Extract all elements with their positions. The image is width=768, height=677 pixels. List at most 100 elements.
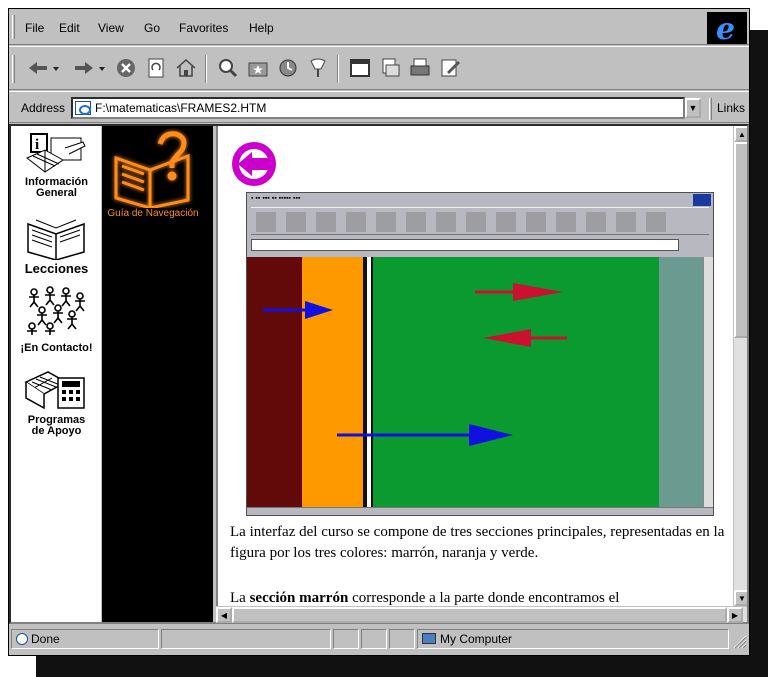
- inner-address-bar: [251, 239, 679, 251]
- status-pane: [161, 629, 331, 649]
- inner-ie-logo: [693, 194, 711, 206]
- toolbar-separator: [337, 55, 339, 83]
- address-input[interactable]: F:\matematicas\FRAMES2.HTM: [71, 97, 685, 119]
- people-icon: [26, 286, 85, 335]
- chevron-left-icon: ◀: [220, 610, 228, 620]
- nav-item-lecciones[interactable]: Lecciones: [11, 216, 102, 276]
- inner-sections: [247, 257, 713, 507]
- channels-button[interactable]: [305, 55, 331, 81]
- highlight-brown-section: sección marrón: [249, 590, 349, 606]
- back-arrow-icon[interactable]: [228, 140, 280, 188]
- home-icon: [176, 58, 196, 77]
- forward-arrow-icon: [75, 62, 105, 74]
- menu-favorites[interactable]: Favorites: [179, 21, 228, 35]
- arrow-right-icon: [469, 424, 513, 446]
- scroll-up-button[interactable]: ▲: [734, 126, 747, 142]
- history-button[interactable]: [275, 55, 301, 81]
- printer-icon: [410, 58, 430, 76]
- nav-frame: i Información General Lecciones ¡En Cont…: [11, 126, 102, 622]
- status-pane: [389, 629, 415, 649]
- scroll-left-button[interactable]: ◀: [216, 607, 232, 623]
- nav-item-en-contacto[interactable]: ¡En Contacto!: [11, 286, 102, 354]
- nav-item-informacion-general[interactable]: i Información General: [11, 132, 102, 199]
- fullscreen-button[interactable]: [347, 55, 373, 81]
- home-button[interactable]: [173, 55, 199, 81]
- mail-icon: [382, 58, 400, 77]
- refresh-button[interactable]: [143, 55, 169, 81]
- guide-frame: Guía de Navegación: [102, 126, 216, 622]
- interface-diagram-screenshot: ▪ ▪▪ ▪▪▪ ▪▪ ▪▪▪▪▪ ▪▪▪: [246, 192, 714, 516]
- links-separator: [709, 98, 712, 120]
- address-url[interactable]: F:\matematicas\FRAMES2.HTM: [95, 101, 266, 115]
- nav-label: Lecciones: [24, 261, 89, 276]
- window-shadow-right: [750, 30, 768, 677]
- toolbar: [9, 46, 749, 90]
- links-button[interactable]: Links: [717, 101, 745, 115]
- toolbar-grip[interactable]: [12, 55, 15, 83]
- menu-edit[interactable]: Edit: [59, 21, 80, 35]
- calculator-icon: [23, 371, 85, 410]
- channels-icon: [310, 58, 326, 77]
- back-arrow-icon: [29, 62, 59, 74]
- forward-button[interactable]: [69, 55, 109, 81]
- address-dropdown-button[interactable]: ▼: [685, 98, 701, 118]
- chevron-up-icon: ▲: [738, 129, 746, 139]
- search-button[interactable]: [215, 55, 241, 81]
- main-frame: ▪ ▪▪ ▪▪▪ ▪▪ ▪▪▪▪▪ ▪▪▪ La interfaz del cu…: [216, 126, 747, 622]
- direction-arrows: [263, 283, 567, 446]
- stop-button[interactable]: [113, 55, 139, 81]
- search-icon: [219, 59, 238, 78]
- address-bar: Address F:\matematicas\FRAMES2.HTM ▼ Lin…: [9, 91, 749, 123]
- window-shadow-bottom: [36, 656, 768, 677]
- refresh-icon: [148, 58, 164, 78]
- menu-go[interactable]: Go: [144, 21, 160, 35]
- edit-icon: [441, 59, 460, 77]
- chevron-down-icon: ▼: [738, 593, 746, 603]
- page-done-icon: [16, 633, 28, 645]
- security-zone: My Computer: [440, 632, 513, 646]
- vertical-scrollbar[interactable]: ▲ ▼: [733, 126, 747, 606]
- favorites-button[interactable]: [245, 55, 271, 81]
- inner-browser-chrome: ▪ ▪▪ ▪▪▪ ▪▪ ▪▪▪▪▪ ▪▪▪: [247, 193, 713, 257]
- content-area: i Información General Lecciones ¡En Cont…: [9, 124, 749, 624]
- stop-icon: [117, 59, 135, 77]
- status-text-pane: Done: [11, 629, 159, 649]
- status-bar: Done My Computer: [9, 625, 749, 653]
- scroll-thumb[interactable]: [734, 142, 747, 338]
- chevron-down-icon: ▼: [688, 103, 698, 113]
- horizontal-scroll-thumb[interactable]: [232, 607, 727, 623]
- inner-menu-bar: ▪ ▪▪ ▪▪▪ ▪▪ ▪▪▪▪▪ ▪▪▪: [251, 195, 301, 202]
- menu-help[interactable]: Help: [249, 21, 274, 35]
- information-icon: i: [25, 133, 86, 173]
- guide-button[interactable]: Guía de Navegación: [102, 126, 204, 226]
- mail-button[interactable]: [377, 55, 403, 81]
- menu-file[interactable]: File: [25, 21, 44, 35]
- scroll-down-button[interactable]: ▼: [734, 590, 747, 606]
- menu-view[interactable]: View: [98, 21, 124, 35]
- edit-button[interactable]: [437, 55, 463, 81]
- ie-logo: e: [707, 12, 747, 47]
- page-icon: [75, 101, 91, 115]
- inner-toolbar: [251, 207, 709, 235]
- arrow-right-icon: [513, 283, 563, 301]
- zone-pane: My Computer: [417, 629, 729, 649]
- scroll-right-button[interactable]: ▶: [727, 607, 743, 623]
- nav-label: ¡En Contacto!: [20, 342, 93, 354]
- browser-window: File Edit View Go Favorites Help e Addre…: [8, 8, 750, 656]
- horizontal-scrollbar[interactable]: ◀ ▶: [216, 606, 747, 623]
- print-button[interactable]: [407, 55, 433, 81]
- fullscreen-icon: [350, 59, 370, 77]
- menu-bar-grip[interactable]: [12, 15, 15, 39]
- favorites-folder-icon: [248, 62, 268, 77]
- my-computer-icon: [422, 633, 436, 644]
- book-icon: [26, 219, 85, 261]
- back-button[interactable]: [23, 55, 63, 81]
- status-pane: [361, 629, 387, 649]
- ie-logo-icon: e: [716, 12, 736, 47]
- nav-item-programas-de-apoyo[interactable]: Programas de Apoyo: [11, 368, 102, 437]
- guide-book-icon: [114, 131, 190, 208]
- menu-bar: File Edit View Go Favorites Help e: [9, 9, 749, 47]
- nav-label: de Apoyo: [31, 425, 82, 437]
- address-label: Address: [21, 101, 66, 115]
- resize-grip-icon[interactable]: [731, 633, 747, 649]
